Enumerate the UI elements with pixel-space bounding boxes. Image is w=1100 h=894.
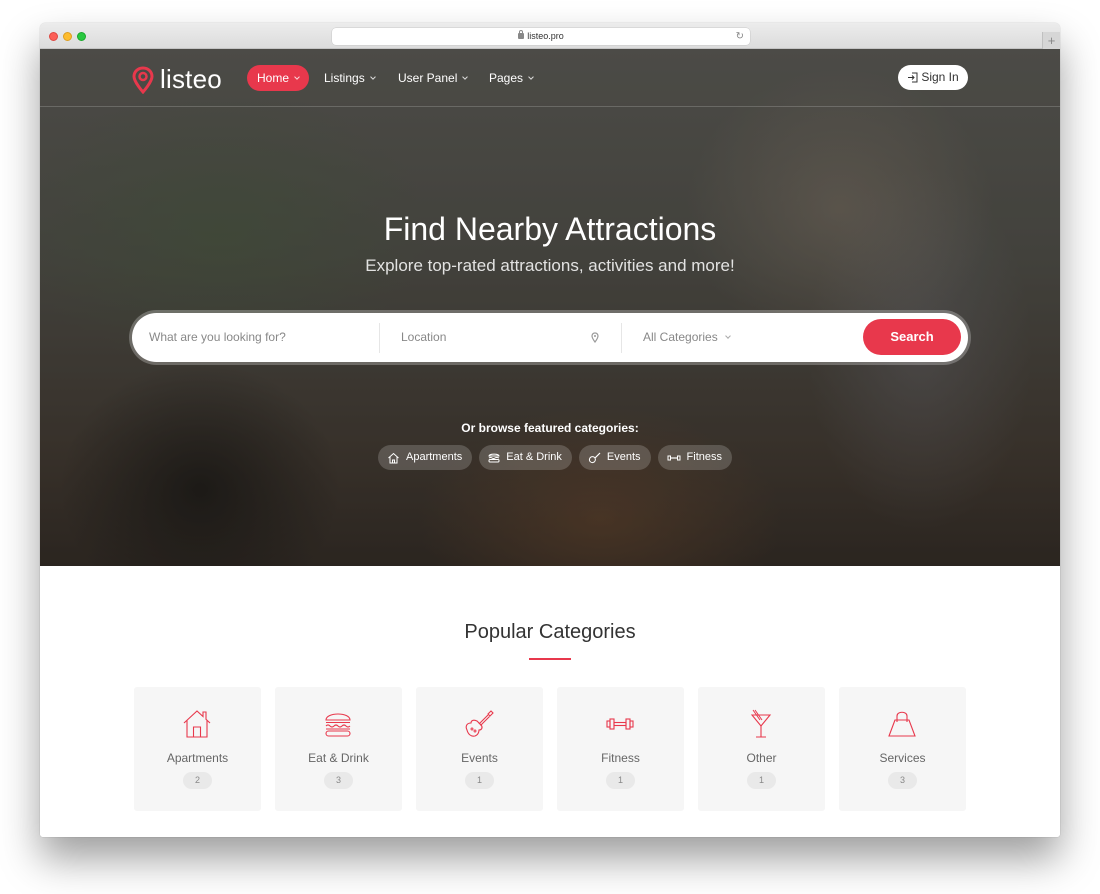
nav-item-label: Listings [324, 71, 365, 85]
category-count-badge: 1 [606, 772, 635, 789]
minimize-window-button[interactable] [63, 32, 72, 41]
category-count-badge: 2 [183, 772, 212, 789]
browser-window: listeo.pro ↻ + listeo Home Listings User… [40, 23, 1060, 837]
chip-label: Eat & Drink [506, 451, 562, 463]
close-window-button[interactable] [49, 32, 58, 41]
featured-chip-events[interactable]: Events [578, 445, 651, 470]
divider [621, 323, 622, 353]
sign-in-label: Sign In [921, 70, 959, 84]
category-count-badge: 3 [888, 772, 917, 789]
hero-section: listeo Home Listings User Panel Pages Si… [40, 49, 1060, 566]
nav-item-listings[interactable]: Listings [314, 65, 385, 91]
new-tab-button[interactable]: + [1042, 32, 1060, 49]
zoom-window-button[interactable] [77, 32, 86, 41]
category-label: Fitness [601, 751, 640, 765]
lock-icon [518, 30, 525, 39]
nav-item-home[interactable]: Home [247, 65, 310, 91]
nav-item-user-panel[interactable]: User Panel [388, 65, 477, 91]
browser-titlebar: listeo.pro ↻ + [40, 23, 1060, 49]
chip-label: Apartments [406, 451, 463, 463]
category-label: Services [879, 751, 926, 765]
burger-icon [488, 453, 500, 463]
category-label: Apartments [166, 751, 229, 765]
hero-title: Find Nearby Attractions [383, 211, 717, 247]
location-input[interactable]: Location [401, 313, 601, 362]
category-label: Other [746, 751, 777, 765]
title-underline [529, 658, 571, 660]
logo[interactable]: listeo [132, 64, 222, 95]
dumbbell-icon [667, 455, 681, 460]
category-select[interactable]: All Categories [643, 313, 843, 362]
search-bar: What are you looking for? Location All C… [132, 313, 968, 362]
browse-categories-label: Or browse featured categories: [461, 421, 639, 435]
cocktail-icon [750, 709, 772, 738]
divider [379, 323, 380, 353]
house-icon [388, 452, 399, 463]
category-count-badge: 1 [747, 772, 776, 789]
category-select-value: All Categories [643, 330, 718, 344]
featured-chip-apartments[interactable]: Apartments [378, 445, 473, 470]
sign-in-button[interactable]: Sign In [898, 65, 968, 90]
featured-chip-eat-drink[interactable]: Eat & Drink [479, 445, 572, 470]
chip-label: Events [606, 451, 641, 463]
location-pin-icon [591, 332, 599, 343]
category-cards: Apartments 2 Eat & Drink 3 Events 1 Fitn… [134, 687, 966, 811]
chevron-down-icon [724, 333, 731, 339]
map-pin-logo-icon [132, 65, 154, 94]
category-card-fitness[interactable]: Fitness 1 [557, 687, 684, 811]
hero-subtitle: Explore top-rated attractions, activitie… [365, 256, 735, 275]
category-count-badge: 1 [465, 772, 494, 789]
logo-text: listeo [160, 64, 222, 94]
dumbbell-icon [606, 718, 634, 730]
reload-icon[interactable]: ↻ [736, 28, 744, 45]
category-label: Events [461, 751, 498, 765]
search-button[interactable]: Search [863, 319, 961, 355]
address-bar[interactable]: listeo.pro ↻ [332, 28, 750, 45]
burger-icon [325, 713, 351, 737]
sign-in-icon [908, 72, 918, 83]
guitar-icon [465, 710, 494, 737]
category-card-other[interactable]: Other 1 [698, 687, 825, 811]
main-nav: listeo Home Listings User Panel Pages Si… [40, 49, 1060, 107]
category-card-eat-drink[interactable]: Eat & Drink 3 [275, 687, 402, 811]
category-card-events[interactable]: Events 1 [416, 687, 543, 811]
section-title: Popular Categories [464, 621, 636, 643]
chevron-down-icon [294, 74, 300, 80]
shopping-bag-icon [888, 711, 916, 737]
category-card-services[interactable]: Services 3 [839, 687, 966, 811]
category-count-badge: 3 [324, 772, 353, 789]
category-card-apartments[interactable]: Apartments 2 [134, 687, 261, 811]
category-label: Eat & Drink [308, 751, 369, 765]
house-icon [183, 710, 211, 738]
nav-item-pages[interactable]: Pages [479, 65, 543, 91]
guitar-icon [588, 452, 601, 463]
nav-item-label: Home [257, 71, 290, 85]
featured-chip-fitness[interactable]: Fitness [657, 445, 732, 470]
chevron-down-icon [462, 74, 469, 80]
nav-item-label: Pages [489, 71, 524, 85]
chevron-down-icon [369, 74, 376, 80]
popular-categories-section: Popular Categories Apartments 2 Eat & Dr… [40, 566, 1060, 837]
chip-label: Fitness [686, 451, 722, 463]
url-text: listeo.pro [527, 31, 564, 41]
featured-categories: Apartments Eat & Drink Events Fitness [378, 445, 732, 470]
nav-item-label: User Panel [398, 71, 458, 85]
chevron-down-icon [528, 74, 534, 80]
keyword-search-input[interactable]: What are you looking for? [149, 313, 369, 362]
